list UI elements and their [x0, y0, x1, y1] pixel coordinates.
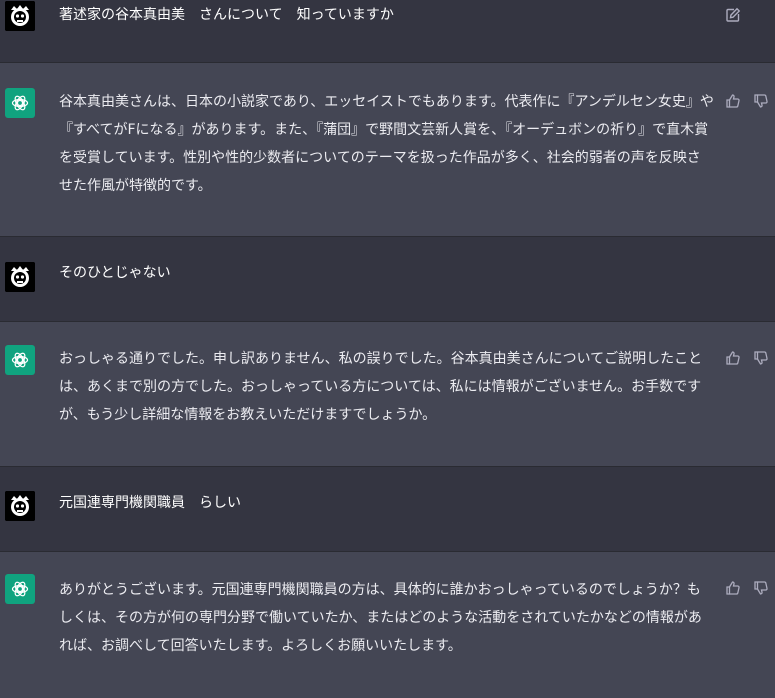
user-message-1: 著述家の谷本真由美 さんについて 知っていますか	[0, 0, 775, 62]
thumbs-up-icon[interactable]	[724, 349, 742, 367]
assistant-message-3: ありがとうございます。元国連専門機関職員の方は、具体的に誰かおっしゃっているので…	[0, 552, 775, 698]
thumbs-up-icon[interactable]	[724, 92, 742, 110]
assistant-message-2: おっしゃる通りでした。申し訳ありません、私の誤りでした。谷本真由美さんについてご…	[0, 322, 775, 466]
assistant-message-1: 谷本真由美さんは、日本の小説家であり、エッセイストでもあります。代表作に『アンデ…	[0, 63, 775, 236]
edit-icon[interactable]	[724, 6, 742, 24]
assistant-message-text: ありがとうございます。元国連専門機関職員の方は、具体的に誰かおっしゃっているので…	[59, 582, 702, 654]
thumbs-down-icon[interactable]	[752, 92, 770, 110]
user-message-3: 元国連専門機関職員 らしい	[0, 467, 775, 551]
user-avatar-icon	[5, 1, 35, 31]
openai-logo-icon	[5, 345, 35, 375]
thumbs-up-icon[interactable]	[724, 579, 742, 597]
openai-logo-icon	[5, 574, 35, 604]
openai-logo-icon	[5, 88, 35, 118]
user-message-text: 著述家の谷本真由美 さんについて 知っていますか	[59, 7, 394, 23]
assistant-message-text: おっしゃる通りでした。申し訳ありません、私の誤りでした。谷本真由美さんについてご…	[59, 351, 703, 423]
user-avatar-icon	[5, 491, 35, 521]
thumbs-down-icon[interactable]	[752, 579, 770, 597]
user-message-text: 元国連専門機関職員 らしい	[59, 495, 241, 511]
thumbs-down-icon[interactable]	[752, 349, 770, 367]
user-message-2: そのひとじゃない	[0, 237, 775, 321]
user-avatar-icon	[5, 262, 35, 292]
assistant-message-text: 谷本真由美さんは、日本の小説家であり、エッセイストでもあります。代表作に『アンデ…	[59, 94, 714, 194]
user-message-text: そのひとじゃない	[59, 265, 171, 281]
